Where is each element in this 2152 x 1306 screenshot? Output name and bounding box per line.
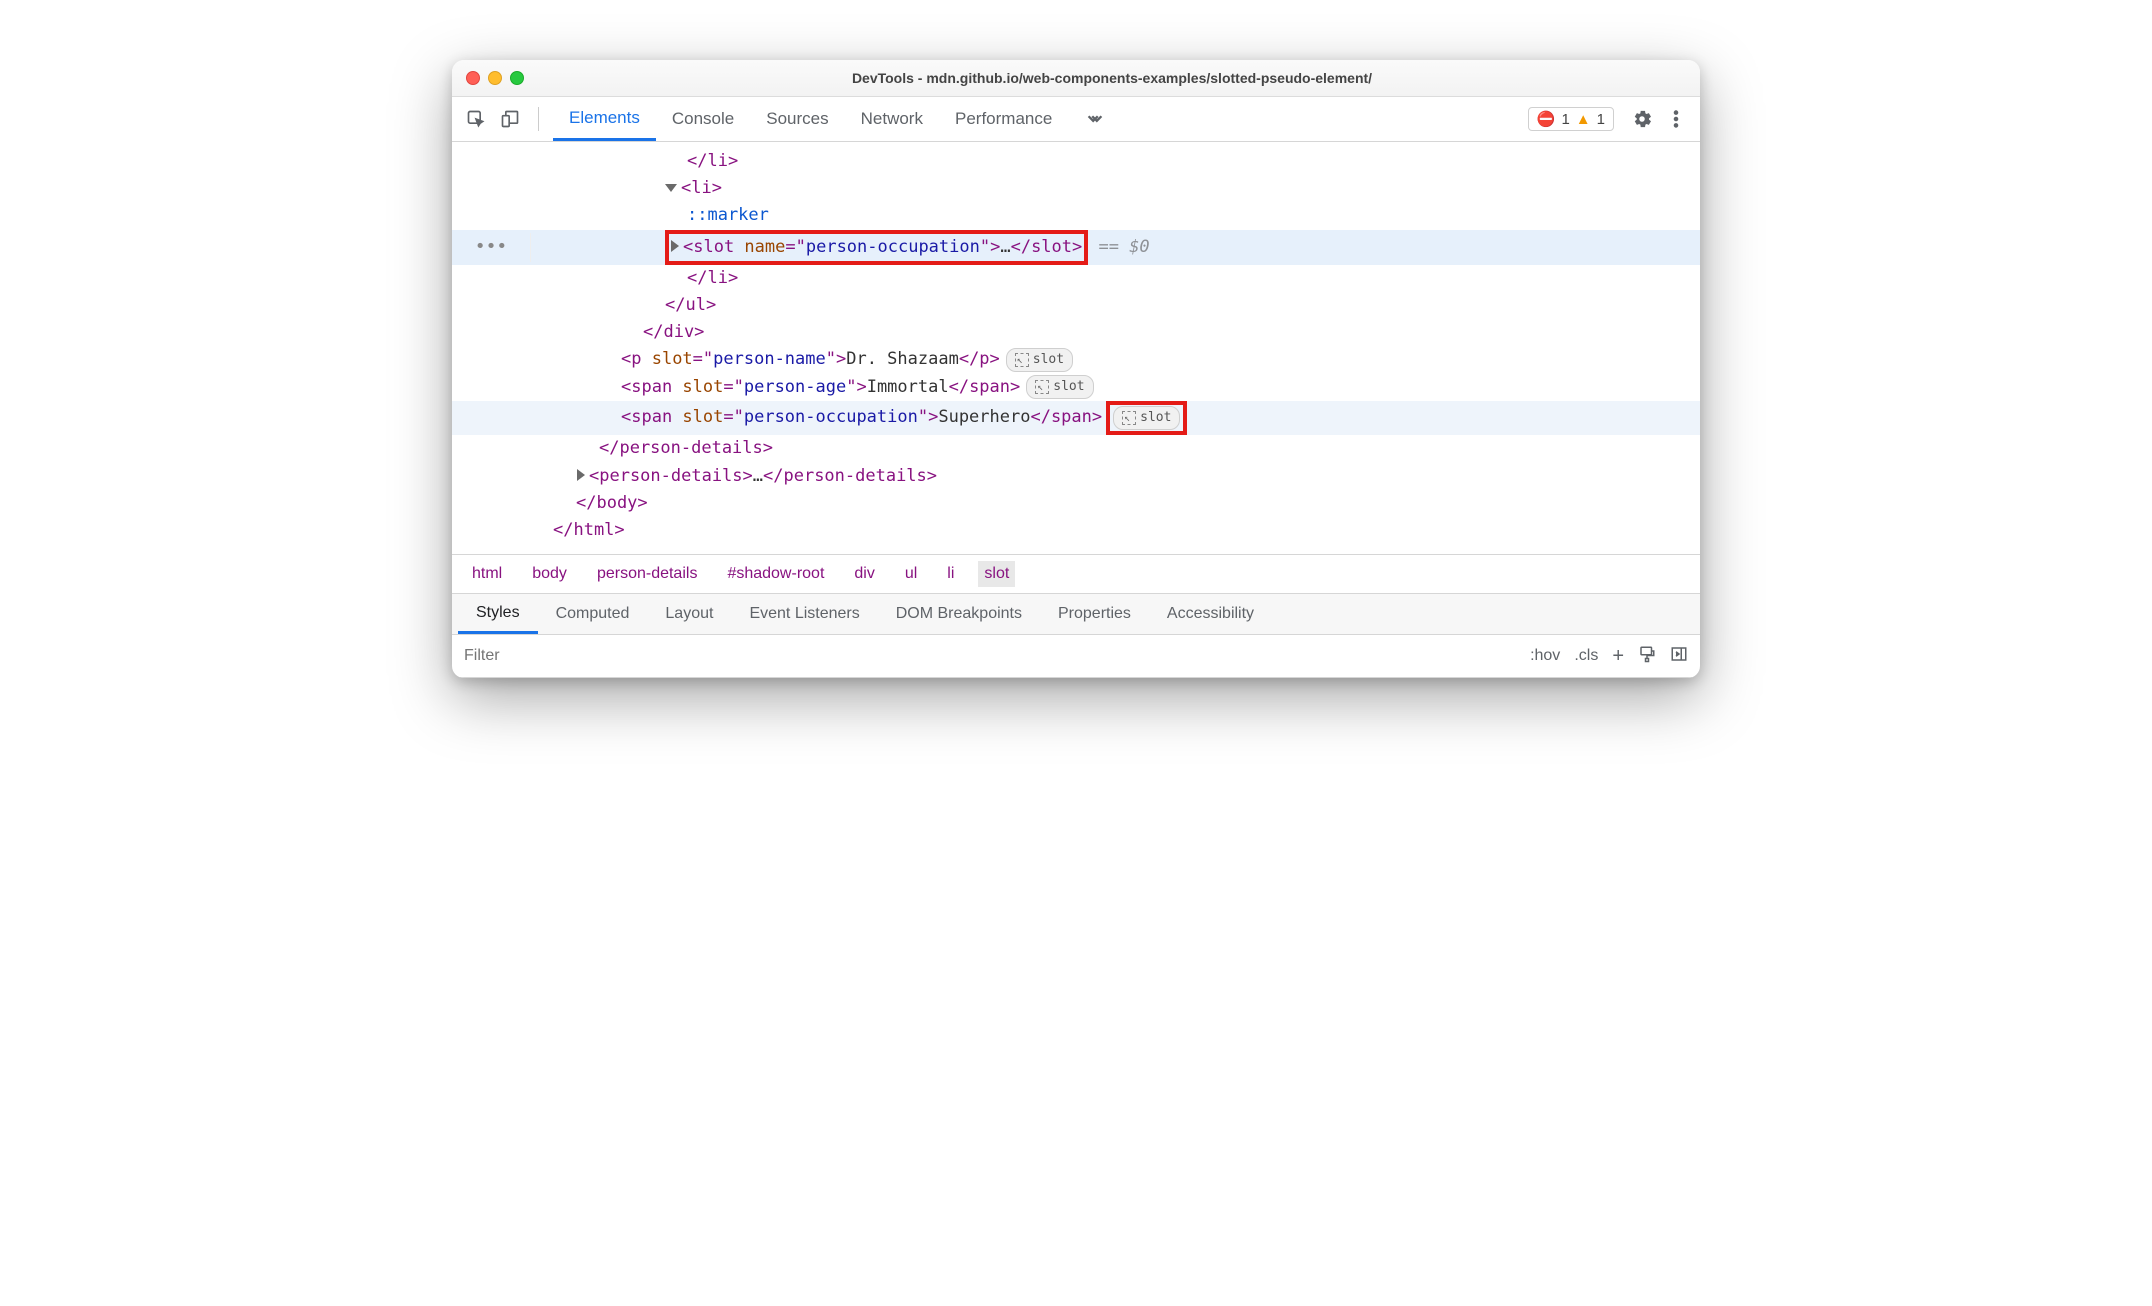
subtab-dom-breakpoints[interactable]: DOM Breakpoints — [878, 594, 1040, 634]
settings-icon[interactable] — [1628, 105, 1656, 133]
tab-performance[interactable]: Performance — [939, 97, 1068, 141]
inspect-element-icon[interactable] — [462, 105, 490, 133]
styles-filter-input[interactable] — [462, 646, 1518, 666]
maximize-window-button[interactable] — [510, 71, 524, 85]
styles-filter-bar: :hov .cls + — [452, 635, 1700, 678]
breadcrumb-item[interactable]: body — [526, 561, 573, 587]
styles-tools: :hov .cls + — [1518, 645, 1700, 668]
subtab-styles[interactable]: Styles — [458, 594, 538, 634]
subtab-properties[interactable]: Properties — [1040, 594, 1149, 634]
minimize-window-button[interactable] — [488, 71, 502, 85]
subtab-layout[interactable]: Layout — [647, 594, 731, 634]
expand-toggle-icon[interactable] — [665, 184, 677, 192]
dom-line[interactable]: <p slot="person-name">Dr. Shazaam</p> sl… — [452, 346, 1700, 373]
sidebar-toggle-icon[interactable] — [1670, 645, 1688, 668]
tab-elements[interactable]: Elements — [553, 97, 656, 141]
gutter-actions-icon[interactable]: ••• — [475, 233, 508, 262]
styles-tabs: Styles Computed Layout Event Listeners D… — [452, 593, 1700, 635]
tab-network[interactable]: Network — [845, 97, 939, 141]
tag-html-close: </html> — [553, 517, 625, 544]
dom-line[interactable]: </body> — [452, 490, 1700, 517]
breadcrumb-item[interactable]: li — [941, 561, 960, 587]
cls-toggle[interactable]: .cls — [1574, 647, 1598, 665]
slot-icon — [1122, 411, 1136, 425]
expand-toggle-icon[interactable] — [671, 240, 679, 252]
tab-overflow[interactable] — [1068, 97, 1122, 141]
subtab-computed[interactable]: Computed — [538, 594, 648, 634]
subtab-accessibility[interactable]: Accessibility — [1149, 594, 1272, 634]
hov-toggle[interactable]: :hov — [1530, 647, 1560, 665]
dom-line[interactable]: <span slot="person-age">Immortal</span> … — [452, 374, 1700, 401]
tag-div-close: </div> — [643, 319, 704, 346]
dom-line[interactable]: <li> — [452, 175, 1700, 202]
tag-li-open: <li> — [681, 175, 722, 202]
error-count: 1 — [1561, 111, 1569, 128]
dom-line[interactable]: </person-details> — [452, 435, 1700, 462]
titlebar[interactable]: DevTools - mdn.github.io/web-components-… — [452, 60, 1700, 97]
breadcrumb-item[interactable]: html — [466, 561, 508, 587]
reveal-slot-badge[interactable]: slot — [1026, 375, 1093, 400]
dom-line[interactable]: <person-details>…</person-details> — [452, 463, 1700, 490]
tag-person-details-close: </person-details> — [599, 435, 773, 462]
warning-count: 1 — [1597, 111, 1605, 128]
pseudo-marker: ::marker — [687, 202, 769, 229]
kebab-menu-icon[interactable] — [1662, 105, 1690, 133]
tag-ul-close: </ul> — [665, 292, 716, 319]
console-ref: == $0 — [1088, 234, 1149, 261]
main-tabs: Elements Console Sources Network Perform… — [553, 97, 1122, 141]
slot-icon — [1015, 353, 1029, 367]
expand-toggle-icon[interactable] — [577, 469, 585, 481]
breadcrumb-item[interactable]: ul — [899, 561, 923, 587]
dom-line[interactable]: </li> — [452, 148, 1700, 175]
dom-line[interactable]: <span slot="person-occupation">Superhero… — [452, 401, 1700, 436]
device-toolbar-icon[interactable] — [496, 105, 524, 133]
tag-li-close: </li> — [687, 265, 738, 292]
dom-line-selected[interactable]: ••• <slot name="person-occupation">…</sl… — [452, 230, 1700, 265]
elements-tree[interactable]: </li> <li> ::marker ••• <slot name="pers… — [452, 142, 1700, 554]
separator — [538, 107, 539, 131]
tab-sources[interactable]: Sources — [750, 97, 844, 141]
devtools-window: DevTools - mdn.github.io/web-components-… — [452, 60, 1700, 678]
slot-icon — [1035, 380, 1049, 394]
breadcrumb-item-active[interactable]: slot — [978, 561, 1015, 587]
subtab-event-listeners[interactable]: Event Listeners — [731, 594, 877, 634]
error-icon: ⛔ — [1537, 110, 1556, 128]
warning-icon: ▲ — [1576, 111, 1591, 128]
tab-console[interactable]: Console — [656, 97, 750, 141]
tag-li-close: </li> — [687, 148, 738, 175]
dom-line[interactable]: </li> — [452, 265, 1700, 292]
close-window-button[interactable] — [466, 71, 480, 85]
highlight-box: <slot name="person-occupation">…</slot> — [665, 230, 1088, 265]
issues-counter[interactable]: ⛔ 1 ▲ 1 — [1528, 107, 1614, 131]
new-style-rule-button[interactable]: + — [1612, 645, 1624, 668]
tag-body-close: </body> — [576, 490, 648, 517]
breadcrumb-item[interactable]: person-details — [591, 561, 704, 587]
dom-line[interactable]: </ul> — [452, 292, 1700, 319]
breadcrumb-item[interactable]: #shadow-root — [721, 561, 830, 587]
highlight-box: slot — [1106, 401, 1187, 436]
dom-line[interactable]: ::marker — [452, 202, 1700, 229]
dom-line[interactable]: </html> — [452, 517, 1700, 544]
breadcrumb-item[interactable]: div — [848, 561, 880, 587]
dom-line[interactable]: </div> — [452, 319, 1700, 346]
window-controls — [466, 71, 524, 85]
main-toolbar: Elements Console Sources Network Perform… — [452, 97, 1700, 142]
reveal-slot-badge[interactable]: slot — [1006, 348, 1073, 373]
reveal-slot-badge[interactable]: slot — [1113, 406, 1180, 431]
breadcrumb[interactable]: html body person-details #shadow-root di… — [452, 554, 1700, 593]
paint-icon[interactable] — [1638, 645, 1656, 668]
window-title: DevTools - mdn.github.io/web-components-… — [538, 70, 1686, 86]
